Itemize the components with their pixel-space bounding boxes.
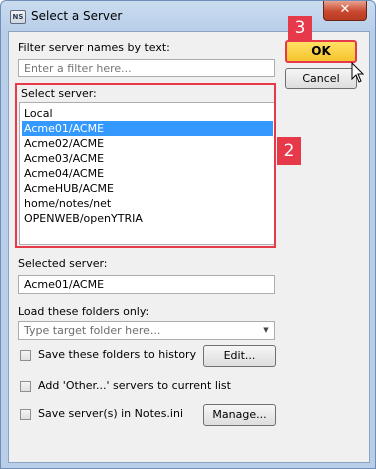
- cancel-button[interactable]: Cancel: [285, 68, 357, 89]
- mouse-cursor-icon: [351, 62, 365, 83]
- edit-button[interactable]: Edit...: [203, 345, 276, 367]
- server-list-highlight-box: [15, 83, 276, 248]
- folder-combobox-placeholder: Type target folder here...: [24, 324, 161, 337]
- add-other-servers-label[interactable]: Add 'Other...' servers to current list: [38, 379, 231, 392]
- save-notes-ini-checkbox[interactable]: [20, 409, 31, 420]
- selected-server-field[interactable]: Acme01/ACME: [18, 275, 275, 294]
- callout-badge-2: 2: [277, 137, 301, 165]
- close-button[interactable]: ✕: [323, 1, 367, 21]
- chevron-down-icon[interactable]: ▼: [259, 323, 273, 338]
- dialog-title: Select a Server: [31, 9, 123, 23]
- title-bar: NS Select a Server ✕: [1, 1, 375, 31]
- save-history-label[interactable]: Save these folders to history: [38, 348, 196, 361]
- filter-input[interactable]: [18, 59, 275, 77]
- filter-label: Filter server names by text:: [18, 41, 170, 54]
- add-other-servers-checkbox[interactable]: [20, 381, 31, 392]
- ok-button[interactable]: OK: [285, 40, 357, 63]
- save-history-checkbox[interactable]: [20, 350, 31, 361]
- callout-badge-3: 3: [288, 16, 312, 40]
- notes-app-icon: NS: [10, 10, 26, 24]
- save-notes-ini-label[interactable]: Save server(s) in Notes.ini: [38, 407, 183, 420]
- selected-server-label: Selected server:: [18, 257, 108, 270]
- folder-combobox[interactable]: Type target folder here... ▼: [18, 321, 275, 340]
- manage-button[interactable]: Manage...: [203, 404, 276, 426]
- load-folders-label: Load these folders only:: [18, 305, 150, 318]
